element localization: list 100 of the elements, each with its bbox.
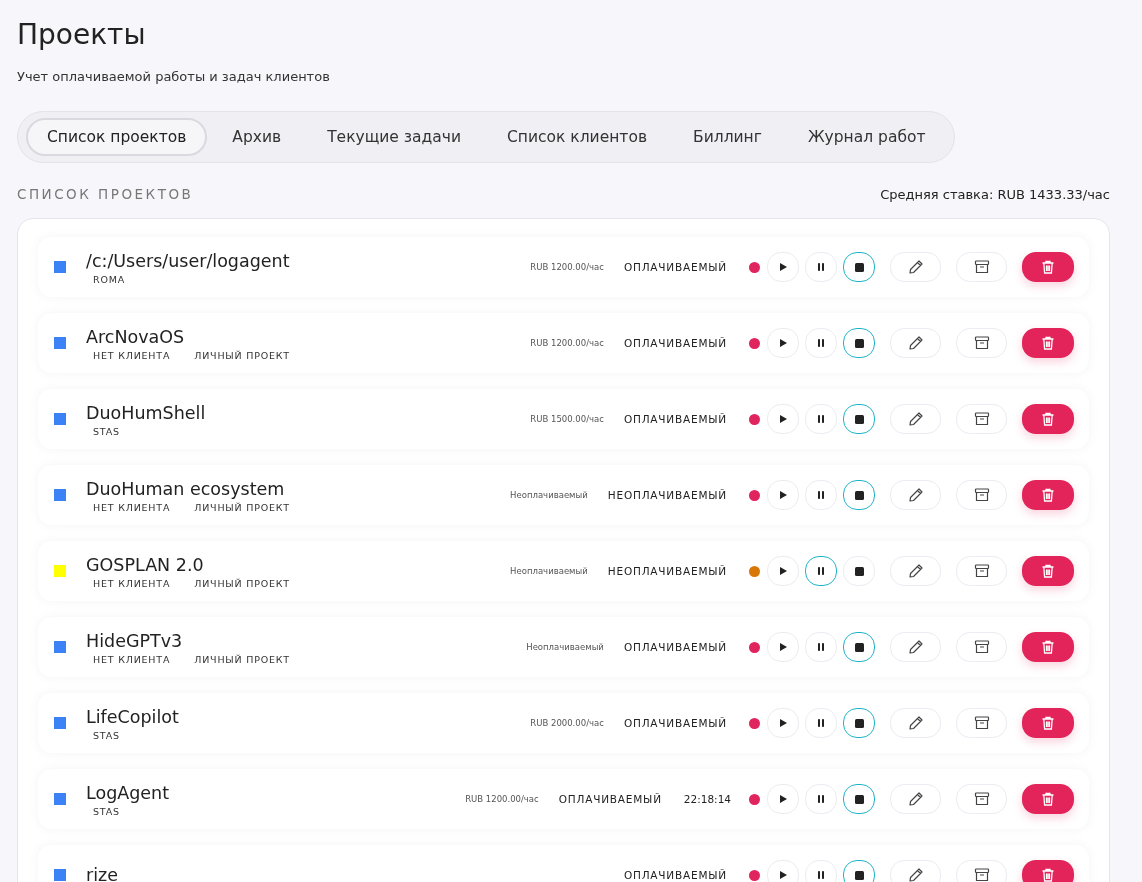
stop-icon (854, 642, 864, 652)
tab[interactable]: Архив (211, 118, 303, 156)
play-button[interactable] (767, 404, 799, 434)
billing-type: ОПЛАЧИВАЕМЫЙ (623, 413, 727, 425)
trash-icon (1041, 792, 1055, 806)
stop-icon (854, 262, 864, 272)
delete-button[interactable] (1022, 708, 1074, 738)
stop-icon (854, 490, 864, 500)
tab[interactable]: Текущие задачи (306, 118, 483, 156)
pencil-icon (907, 487, 924, 503)
pencil-icon (907, 411, 924, 427)
stop-button[interactable] (843, 860, 875, 882)
trash-icon (1041, 868, 1055, 882)
stop-button[interactable] (843, 480, 875, 510)
archive-button[interactable] (956, 708, 1007, 738)
stop-icon (854, 338, 864, 348)
stop-button[interactable] (843, 708, 875, 738)
play-button[interactable] (767, 784, 799, 814)
delete-button[interactable] (1022, 556, 1074, 586)
edit-button[interactable] (890, 860, 941, 882)
project-name: DuoHumShell (86, 401, 206, 424)
play-icon (778, 642, 788, 652)
hourly-rate: Неоплачиваемый (526, 642, 604, 652)
play-button[interactable] (767, 328, 799, 358)
play-button[interactable] (767, 860, 799, 882)
play-icon (778, 794, 788, 804)
archive-box-icon (973, 715, 990, 731)
project-name: LogAgent (86, 781, 170, 804)
trash-icon (1041, 336, 1055, 350)
archive-button[interactable] (956, 860, 1007, 882)
hourly-rate: Неоплачиваемый (510, 490, 588, 500)
archive-box-icon (973, 867, 990, 882)
project-tag: НЕТ КЛИЕНТА (93, 577, 171, 589)
billing-type: ОПЛАЧИВАЕМЫЙ (623, 717, 727, 729)
trash-icon (1041, 564, 1055, 578)
pause-icon (817, 414, 825, 424)
project-name: HideGPTv3 (86, 629, 184, 652)
billing-type: ОПЛАЧИВАЕМЫЙ (623, 869, 727, 881)
hourly-rate: Неоплачиваемый (510, 566, 588, 576)
pause-button[interactable] (805, 556, 837, 586)
archive-button[interactable] (956, 404, 1007, 434)
tab[interactable]: Список проектов (26, 118, 208, 156)
stop-button[interactable] (843, 252, 875, 282)
project-tag: STAS (93, 425, 120, 437)
billing-type: ОПЛАЧИВАЕМЫЙ (623, 641, 727, 653)
delete-button[interactable] (1022, 480, 1074, 510)
trash-icon (1041, 260, 1055, 274)
archive-box-icon (973, 487, 990, 503)
play-button[interactable] (767, 556, 799, 586)
play-icon (778, 870, 788, 880)
page-title: Проекты (17, 17, 147, 53)
archive-button[interactable] (956, 784, 1007, 814)
hourly-rate: RUB 1500.00/час (530, 414, 604, 424)
hourly-rate: RUB 1200.00/час (530, 262, 604, 272)
archive-box-icon (973, 259, 990, 275)
hourly-rate: RUB 1200.00/час (465, 794, 539, 804)
delete-button[interactable] (1022, 860, 1074, 882)
archive-button[interactable] (956, 480, 1007, 510)
project-tag: ЛИЧНЫЙ ПРОЕКТ (194, 653, 290, 665)
play-icon (778, 718, 788, 728)
archive-button[interactable] (956, 632, 1007, 662)
play-button[interactable] (767, 632, 799, 662)
delete-button[interactable] (1022, 252, 1074, 282)
delete-button[interactable] (1022, 404, 1074, 434)
play-button[interactable] (767, 708, 799, 738)
play-button[interactable] (767, 480, 799, 510)
project-tag: ЛИЧНЫЙ ПРОЕКТ (194, 501, 290, 513)
project-tag: STAS (93, 805, 120, 817)
pause-icon (817, 642, 825, 652)
page-subtitle: Учет оплачиваемой работы и задач клиентов (17, 69, 331, 84)
stop-button[interactable] (843, 328, 875, 358)
play-button[interactable] (767, 252, 799, 282)
stop-button[interactable] (843, 632, 875, 662)
stop-icon (854, 566, 864, 576)
delete-button[interactable] (1022, 632, 1074, 662)
billing-type: НЕОПЛАЧИВАЕМЫЙ (607, 565, 727, 577)
delete-button[interactable] (1022, 784, 1074, 814)
pencil-icon (907, 867, 924, 882)
project-name: DuoHuman ecosystem (86, 477, 286, 500)
archive-box-icon (973, 411, 990, 427)
tab[interactable]: Журнал работ (786, 118, 947, 156)
tab[interactable]: Биллинг (672, 118, 783, 156)
stop-button[interactable] (843, 404, 875, 434)
hourly-rate: RUB 2000.00/час (530, 718, 604, 728)
project-tag: НЕТ КЛИЕНТА (93, 501, 171, 513)
project-tag: НЕТ КЛИЕНТА (93, 653, 171, 665)
stop-icon (854, 414, 864, 424)
pause-icon (817, 262, 825, 272)
average-rate: Средняя ставка: RUB 1433.33/час (880, 186, 1110, 202)
archive-button[interactable] (956, 252, 1007, 282)
tab[interactable]: Список клиентов (486, 118, 668, 156)
stop-button[interactable] (843, 784, 875, 814)
stop-icon (854, 718, 864, 728)
archive-button[interactable] (956, 328, 1007, 358)
archive-button[interactable] (956, 556, 1007, 586)
project-name: GOSPLAN 2.0 (86, 553, 205, 576)
play-icon (778, 262, 788, 272)
delete-button[interactable] (1022, 328, 1074, 358)
timer: 22:18:14 (683, 793, 731, 805)
billing-type: ОПЛАЧИВАЕМЫЙ (558, 793, 662, 805)
